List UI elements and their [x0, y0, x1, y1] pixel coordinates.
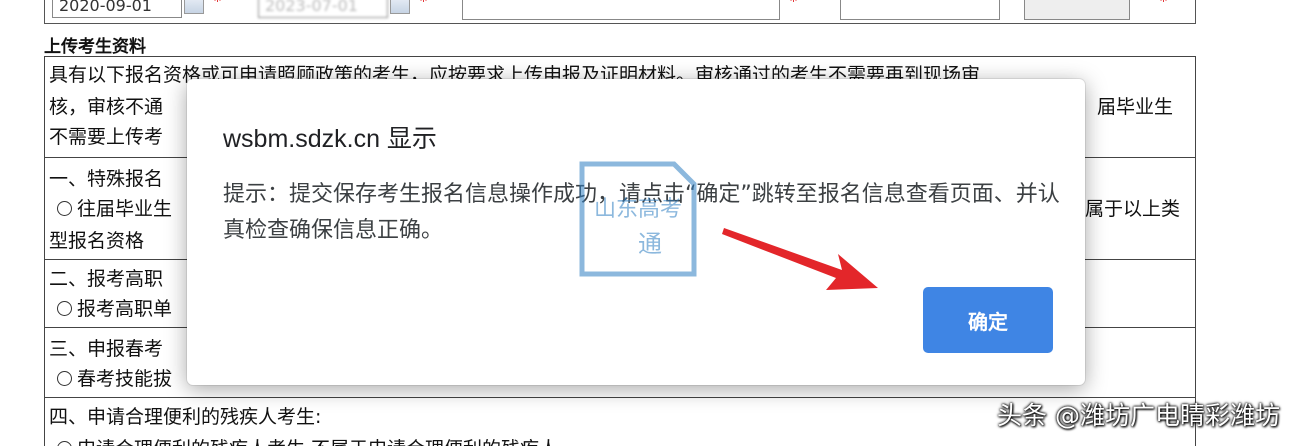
vocational-option[interactable]: 报考高职单 — [57, 295, 172, 323]
vocational-title: 二、报考高职 — [49, 268, 164, 290]
watermark-logo-icon: 山东高考 通 — [579, 161, 697, 277]
school-input[interactable] — [462, 0, 780, 20]
red-arrow-icon — [720, 220, 880, 296]
radio-icon[interactable] — [57, 441, 72, 446]
special-title: 一、特殊报名 — [49, 168, 164, 190]
required-mark: * — [790, 0, 797, 10]
spring-option-label: 春考技能拔 — [77, 368, 173, 390]
dialog-title: wsbm.sdzk.cn 显示 — [223, 125, 437, 153]
calendar-icon[interactable] — [184, 0, 204, 14]
required-mark: * — [1160, 0, 1167, 10]
vocational-option-label: 报考高职单 — [77, 298, 173, 320]
required-mark: * — [420, 0, 427, 10]
spring-option[interactable]: 春考技能拔 — [57, 365, 172, 393]
spring-title: 三、申报春考 — [49, 338, 164, 360]
source-caption: 头条 @潍坊广电睛彩潍坊 — [997, 401, 1280, 430]
special-option-right: 属于以上类 — [1085, 198, 1181, 220]
special-line3: 型报名资格 — [49, 230, 145, 252]
disabled-title: 四、申请合理便利的残疾人考生: — [49, 406, 322, 428]
disabled-option-label: 申请合理便利的残疾人考生 不属于申请合理便利的残疾人 — [77, 438, 558, 446]
calendar-icon[interactable] — [390, 0, 410, 14]
top-form-row: 2020-09-01 * 2023-07-01 * * * — [0, 0, 1296, 26]
blank-input[interactable] — [840, 0, 1000, 20]
end-date-input[interactable]: 2023-07-01 — [258, 0, 388, 18]
disabled-option[interactable]: 申请合理便利的残疾人考生 不属于申请合理便利的残疾人 — [57, 435, 558, 446]
radio-icon[interactable] — [57, 301, 72, 316]
intro-text-line2: 核，审核不通 — [49, 96, 164, 118]
radio-icon[interactable] — [57, 371, 72, 386]
start-date-input[interactable]: 2020-09-01 — [52, 0, 182, 18]
watermark-line2: 通 — [638, 230, 662, 258]
required-mark: * — [214, 0, 221, 10]
watermark-logo: 山东高考 通 — [578, 160, 698, 278]
intro-text-line3: 不需要上传考 — [49, 126, 164, 148]
select-input[interactable] — [1024, 0, 1130, 20]
section-title: 上传考生资料 — [44, 37, 146, 57]
radio-icon[interactable] — [57, 201, 72, 216]
ok-button[interactable]: 确定 — [923, 287, 1053, 353]
special-option-label: 往届毕业生 — [77, 198, 173, 220]
special-option[interactable]: 往届毕业生 — [57, 195, 172, 223]
intro-text-line2-right: 届毕业生 — [1097, 96, 1174, 118]
watermark-line1: 山东高考 — [594, 197, 682, 222]
